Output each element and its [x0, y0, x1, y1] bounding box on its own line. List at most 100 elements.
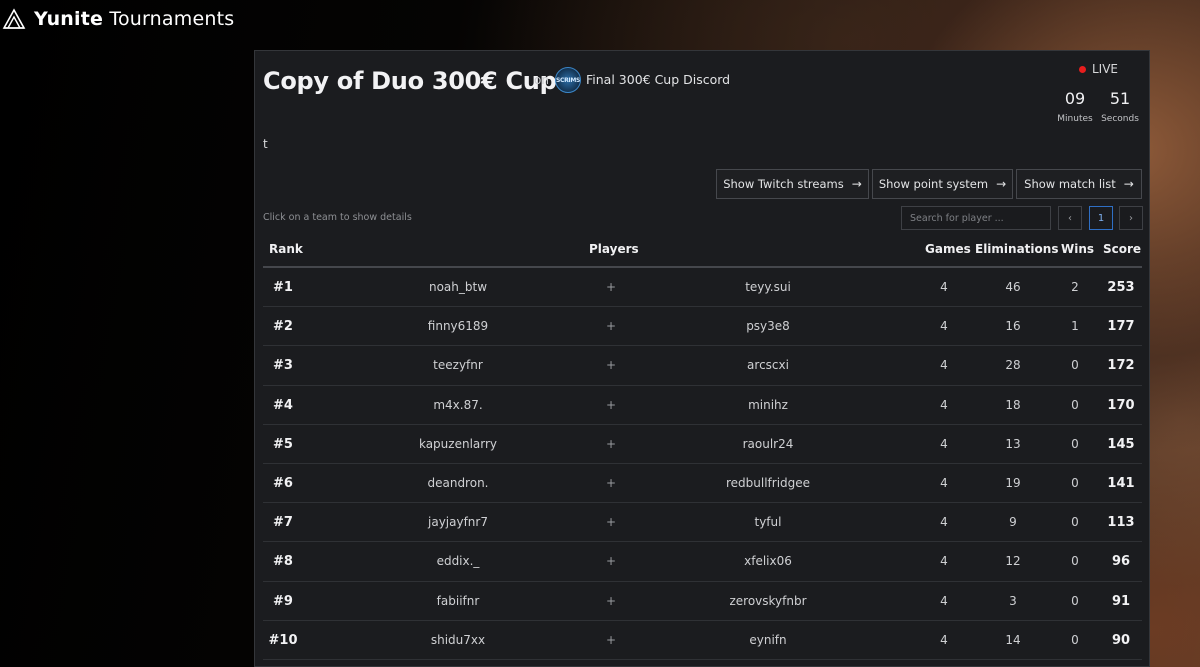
games-cell: 4: [940, 397, 948, 412]
table-row[interactable]: #9 fabiifnr + zerovskyfnbr 4 3 0 91: [263, 582, 1142, 621]
eliminations-cell: 16: [1005, 319, 1021, 334]
player-1-cell: finny6189: [427, 319, 489, 334]
button-label: Show point system: [878, 177, 989, 191]
player-1-cell: noah_btw: [428, 280, 488, 294]
live-dot-icon: [1079, 65, 1086, 73]
rank-cell: #5: [273, 436, 293, 452]
timer-minutes: 09 Minutes: [1055, 89, 1095, 124]
table-row[interactable]: #2 finny6189 + psy3e8 4 16 1 177: [263, 307, 1142, 347]
score-cell: 253: [1107, 280, 1135, 295]
rank-cell: #4: [273, 397, 293, 413]
games-cell: 4: [940, 319, 948, 334]
discord-server-logo[interactable]: SCRIMS: [555, 67, 581, 93]
page-1-button[interactable]: 1: [1089, 206, 1113, 230]
player-search-input[interactable]: [901, 206, 1051, 230]
player-2-cell: arcscxi: [747, 358, 789, 373]
eliminations-cell: 19: [1005, 475, 1021, 490]
button-label: Show Twitch streams: [723, 177, 844, 191]
seconds-value: 51: [1109, 89, 1131, 108]
player-1-cell: shidu7xx: [430, 632, 486, 647]
leaderboard-rows: #1 noah_btw + teyy.sui 4 46 2 253 #2 finny6189 + ps…: [263, 268, 1142, 660]
show-twitch-streams-button[interactable]: Show Twitch streams →: [716, 169, 869, 199]
table-row[interactable]: #8 eddix._ + xfelix06 4 12 0 96: [263, 542, 1142, 582]
rank-cell: #10: [268, 632, 298, 648]
table-row[interactable]: #5 kapuzenlarry + raoulr24 4 13 0 145: [263, 425, 1142, 464]
eliminations-cell: 18: [1005, 397, 1021, 412]
plus-separator: +: [605, 397, 617, 412]
score-cell: 141: [1107, 475, 1135, 491]
games-cell: 4: [940, 358, 948, 373]
table-row[interactable]: #3 teezyfnr + arcscxi 4 28 0 172: [263, 346, 1142, 386]
leaderboard-header: Rank Players Games Eliminations Wins Sco…: [263, 240, 1142, 268]
arrow-right-icon: →: [1123, 177, 1134, 191]
table-row[interactable]: #7 jayjayfnr7 + tyful 4 9 0 113: [263, 503, 1142, 543]
eliminations-cell: 12: [1005, 554, 1021, 569]
eliminations-cell: 3: [1009, 593, 1017, 608]
header-wins[interactable]: Wins: [1061, 242, 1094, 256]
plus-separator: +: [605, 436, 617, 451]
score-cell: 91: [1111, 593, 1131, 609]
player-1-cell: m4x.87.: [433, 397, 483, 412]
player-1-cell: jayjayfnr7: [428, 515, 488, 530]
header-games[interactable]: Games: [925, 242, 971, 256]
player-2-cell: tyful: [754, 515, 782, 530]
table-row[interactable]: #10 shidu7xx + eynifn 4 14 0 90: [263, 621, 1142, 660]
table-row[interactable]: #6 deandron. + redbullfridgee 4 19 0 141: [263, 464, 1142, 504]
header-players: Players: [589, 242, 639, 256]
button-label: Show match list: [1024, 177, 1116, 191]
table-row[interactable]: #1 noah_btw + teyy.sui 4 46 2 253: [263, 268, 1142, 308]
header-eliminations[interactable]: Eliminations: [975, 242, 1058, 256]
plus-separator: +: [605, 593, 617, 608]
header-score[interactable]: Score: [1103, 242, 1141, 256]
eliminations-cell: 13: [1005, 436, 1021, 451]
games-cell: 4: [940, 515, 948, 530]
wins-cell: 0: [1071, 515, 1079, 530]
brand-name[interactable]: Yunite Tournaments: [34, 8, 234, 30]
player-2-cell: teyy.sui: [745, 280, 791, 294]
score-cell: 90: [1111, 632, 1131, 648]
games-cell: 4: [940, 593, 948, 608]
yunite-logo-icon[interactable]: [2, 7, 26, 31]
score-cell: 145: [1107, 436, 1135, 452]
player-2-cell: redbullfridgee: [725, 475, 811, 490]
wins-cell: 2: [1071, 280, 1079, 294]
player-1-cell: fabiifnr: [436, 593, 480, 608]
timer-seconds: 51 Seconds: [1100, 89, 1140, 124]
player-2-cell: eynifn: [749, 632, 787, 647]
rank-cell: #3: [273, 358, 293, 374]
wins-cell: 0: [1071, 632, 1079, 647]
discord-server-name[interactable]: Final 300€ Cup Discord: [586, 72, 730, 87]
show-match-list-button[interactable]: Show match list →: [1016, 169, 1142, 199]
wins-cell: 1: [1071, 319, 1079, 334]
score-cell: 113: [1107, 515, 1135, 531]
eliminations-cell: 46: [1005, 280, 1021, 294]
tournament-title: Copy of Duo 300€ Cup: [263, 67, 557, 95]
header-rank[interactable]: Rank: [269, 242, 303, 256]
tournament-description: t: [263, 137, 268, 151]
minutes-label: Minutes: [1057, 114, 1093, 124]
live-indicator: LIVE: [1079, 62, 1118, 76]
wins-cell: 0: [1071, 436, 1079, 451]
minutes-value: 09: [1064, 89, 1086, 108]
arrow-right-icon: →: [851, 177, 862, 191]
player-1-cell: teezyfnr: [433, 358, 483, 373]
show-point-system-button[interactable]: Show point system →: [872, 169, 1013, 199]
eliminations-cell: 14: [1005, 632, 1021, 647]
previous-page-button[interactable]: ‹: [1058, 206, 1082, 230]
plus-separator: +: [605, 475, 617, 490]
player-2-cell: raoulr24: [742, 436, 794, 451]
score-cell: 96: [1111, 554, 1131, 570]
games-cell: 4: [940, 475, 948, 490]
player-2-cell: zerovskyfnbr: [729, 593, 807, 608]
table-row[interactable]: #4 m4x.87. + minihz 4 18 0 170: [263, 386, 1142, 425]
wins-cell: 0: [1071, 554, 1079, 569]
tournament-panel: Copy of Duo 300€ Cup on SCRIMS Final 300…: [254, 50, 1150, 667]
next-page-button[interactable]: ›: [1119, 206, 1143, 230]
rank-cell: #7: [273, 515, 293, 531]
eliminations-cell: 28: [1005, 358, 1021, 373]
plus-separator: +: [605, 319, 617, 334]
eliminations-cell: 9: [1009, 515, 1017, 530]
wins-cell: 0: [1071, 358, 1079, 373]
live-label: LIVE: [1092, 62, 1119, 76]
plus-separator: +: [605, 358, 617, 373]
